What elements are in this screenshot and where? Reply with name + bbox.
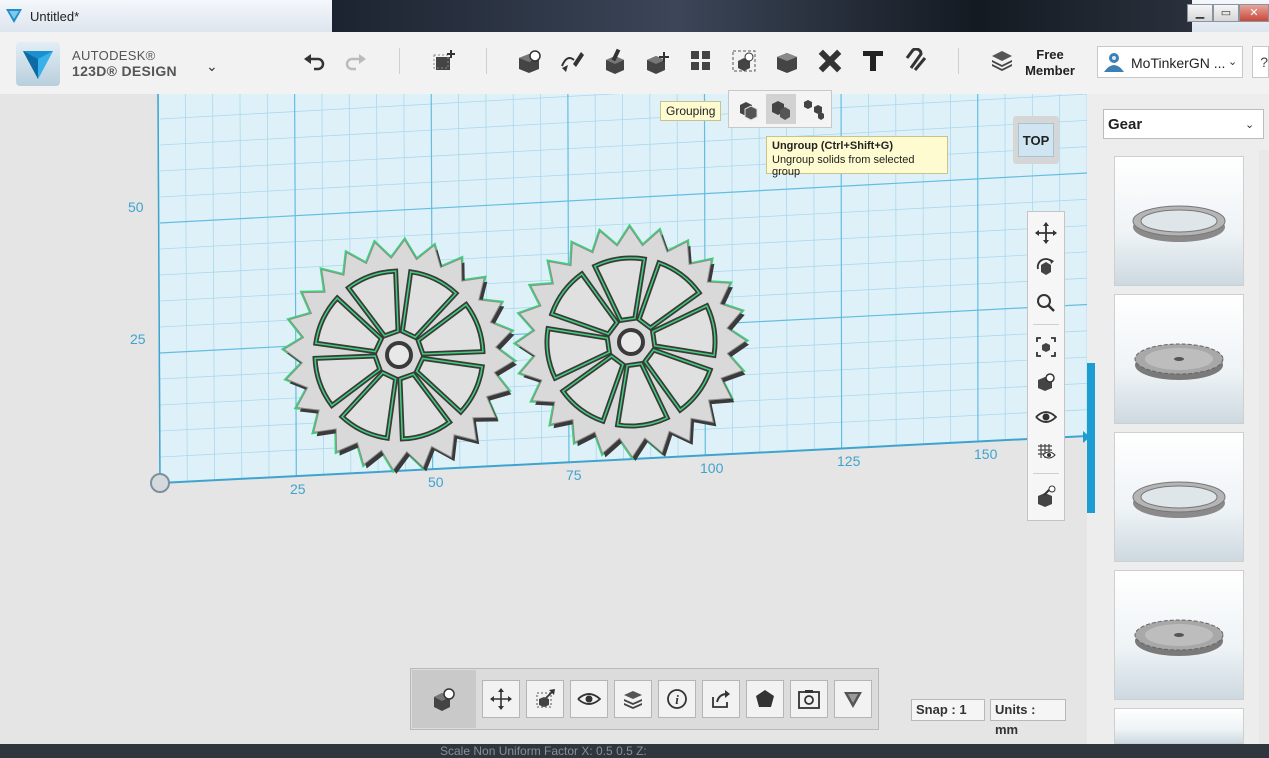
background-window-text: Scale Non Uniform Factor X: 0.5 0.5 Z: [440,744,647,758]
membership-line1: Free [1036,47,1064,62]
membership-status[interactable]: Free Member [1020,47,1080,79]
membership-line2: Member [1025,63,1075,78]
redo-icon[interactable] [340,45,372,77]
fit-view-icon[interactable] [1031,332,1061,362]
x-axis-label: 150 [974,446,998,462]
solid-shape-icon[interactable] [746,680,784,718]
ungroup-icon[interactable] [766,94,796,124]
grouping-tooltip: Grouping [660,101,722,121]
move-icon[interactable] [482,680,520,718]
ungroup-tooltip-description: Ungroup solids from selected group [772,154,915,178]
units-setting[interactable]: Units : mm [990,699,1066,737]
toolbar-divider [399,48,400,74]
category-dropdown-value: Gear [1108,116,1143,133]
grid-visibility-icon[interactable] [1031,437,1061,467]
part-thumbnail-gear-ring[interactable] [1114,432,1244,562]
layers-icon [990,48,1014,77]
part-thumbnail[interactable] [1114,708,1244,744]
minimize-button[interactable]: ▁ [1187,4,1213,22]
panel-arrow-icon [1083,431,1090,443]
x-axis-label: 75 [566,467,582,483]
view-cube-face[interactable]: TOP [1018,123,1054,157]
primitives-icon[interactable] [513,45,545,77]
text-icon[interactable] [857,45,889,77]
screenshot-icon[interactable] [790,680,828,718]
help-button[interactable]: ? [1252,46,1269,78]
part-thumbnail-spur-gear[interactable] [1114,294,1244,424]
y-axis-label: 50 [128,199,144,215]
snap-setting[interactable]: Snap : 1 [911,699,985,721]
eye-icon[interactable] [570,680,608,718]
window-controls: ▁ ▭ ✕ [1187,4,1269,22]
x-axis-label: 125 [837,453,861,469]
view-mode-icon[interactable] [1031,367,1061,397]
nav-divider [1033,324,1059,325]
share-icon[interactable] [702,680,740,718]
snap-icon[interactable] [900,45,932,77]
visibility-icon[interactable] [1031,402,1061,432]
part-thumbnail-spur-gear[interactable] [1114,570,1244,700]
app-logo[interactable] [16,42,60,86]
bottom-view-mode-icon[interactable] [412,670,476,728]
sketch-icon[interactable] [556,45,588,77]
group-icon[interactable] [733,94,763,124]
orbit-icon[interactable] [1031,253,1061,283]
undo-icon[interactable] [298,45,330,77]
panel-scrollbar[interactable] [1259,150,1269,744]
info-icon[interactable]: i [658,680,696,718]
user-name: MoTinkerGN ... [1131,55,1226,71]
toolbar-divider [486,48,487,74]
part-thumbnail-gear-ring[interactable] [1114,156,1244,286]
transform-icon[interactable] [428,45,460,77]
tinkercad-icon[interactable] [834,680,872,718]
window-title: Untitled* [30,9,80,24]
user-avatar-icon [1101,50,1127,79]
pattern-icon[interactable] [685,45,717,77]
x-axis-label: 25 [290,481,306,497]
svg-text:i: i [675,692,679,707]
brand-product: 123D® DESIGN [72,63,177,79]
modify-icon[interactable] [642,45,674,77]
workplane-grid [150,94,1087,493]
nav-divider [1033,473,1059,474]
brand-company: AUTODESK® [72,48,156,63]
scale-icon[interactable] [526,680,564,718]
ungroup-tooltip-title: Ungroup (Ctrl+Shift+G) [772,140,893,152]
toolbar-divider [958,48,959,74]
ungroup-all-icon[interactable] [799,94,829,124]
maximize-button[interactable]: ▭ [1213,4,1239,22]
ungroup-tooltip: Ungroup (Ctrl+Shift+G) Ungroup solids fr… [766,136,948,178]
layers-icon[interactable] [614,680,652,718]
x-axis-label: 100 [700,460,724,476]
x-axis-label: 50 [428,474,444,490]
zoom-icon[interactable] [1031,288,1061,318]
combine-icon[interactable] [771,45,803,77]
construct-icon[interactable] [599,45,631,77]
app-menu-chevron-icon[interactable]: ⌄ [206,58,218,75]
grouping-icon[interactable] [728,45,760,77]
measure-icon[interactable] [814,45,846,77]
design-canvas[interactable]: 50 25 25 50 75 100 125 150 [0,94,1087,744]
y-axis-label: 25 [130,331,146,347]
chevron-down-icon: ⌄ [1228,56,1238,68]
pan-icon[interactable] [1031,218,1061,248]
app-icon [6,9,22,28]
desktop-background [332,0,1192,32]
chevron-down-icon: ⌄ [1245,119,1255,131]
material-icon[interactable] [1031,481,1061,511]
close-button[interactable]: ✕ [1239,4,1269,22]
